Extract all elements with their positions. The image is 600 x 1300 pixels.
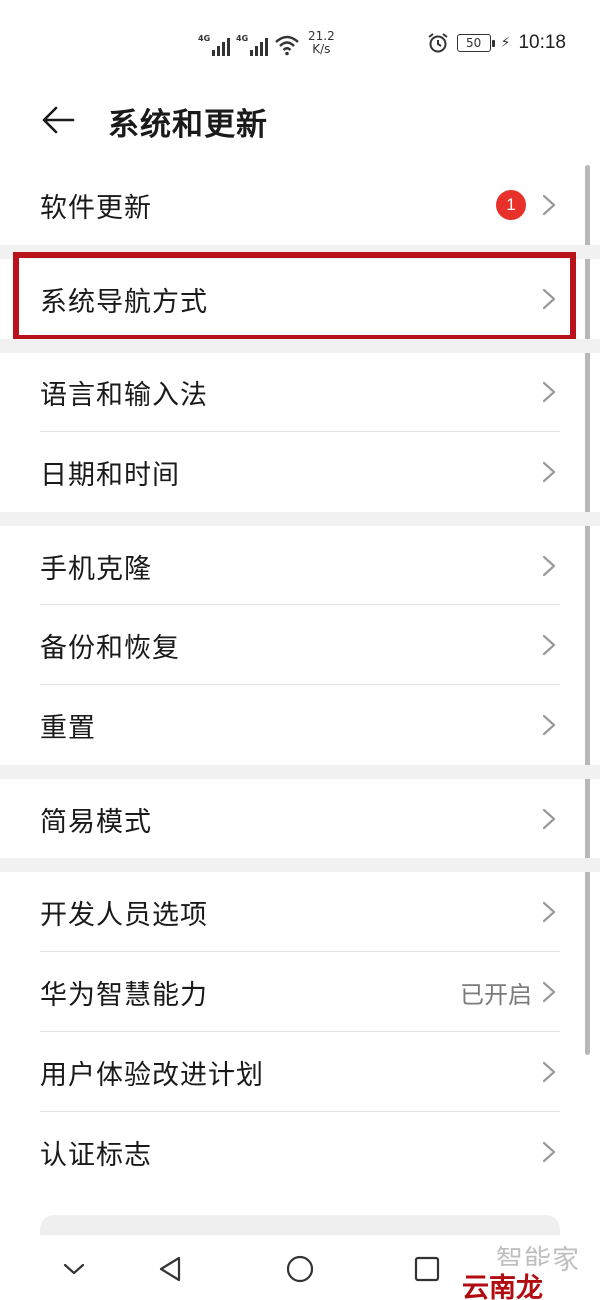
back-triangle-icon — [159, 1256, 181, 1282]
menu-item-label: 手机克隆 — [40, 553, 152, 585]
chevron-right-icon — [542, 461, 556, 483]
watermark-bottom-text: 云南龙网 — [460, 1266, 562, 1300]
recents-square-icon — [414, 1256, 440, 1282]
chevron-right-icon — [542, 1141, 556, 1163]
charging-icon: ⚡ — [500, 35, 511, 51]
menu-item-label: 日期和时间 — [40, 459, 180, 491]
developer-options-item[interactable]: 开发人员选项 — [0, 872, 600, 952]
certification-item[interactable]: 认证标志 — [0, 1112, 600, 1192]
section-divider — [0, 339, 600, 353]
signal-type-label: 4G — [236, 34, 249, 43]
backup-restore-item[interactable]: 备份和恢复 — [0, 605, 600, 685]
chevron-right-icon — [542, 981, 556, 1003]
menu-item-label: 用户体验改进计划 — [40, 1059, 264, 1091]
section-divider — [0, 765, 600, 779]
section-divider — [0, 858, 600, 872]
menu-item-label: 软件更新 — [40, 192, 152, 224]
chevron-right-icon — [542, 901, 556, 923]
back-button[interactable] — [36, 98, 80, 142]
section-divider — [0, 512, 600, 526]
chevron-right-icon — [542, 555, 556, 577]
speed-unit: K/s — [312, 42, 331, 56]
date-time-item[interactable]: 日期和时间 — [0, 432, 600, 512]
chevron-right-icon — [542, 381, 556, 403]
simple-mode-item[interactable]: 简易模式 — [0, 779, 600, 859]
menu-item-label: 重置 — [40, 712, 96, 744]
network-indicators: 4G 4G 21.2 K/s — [198, 30, 335, 56]
battery-icon: 50 — [456, 34, 495, 52]
chevron-right-icon — [542, 808, 556, 830]
menu-item-label: 简易模式 — [40, 806, 152, 838]
clock: 10:18 — [518, 32, 566, 53]
app-bar: 系统和更新 — [0, 88, 600, 152]
menu-item-label: 认证标志 — [40, 1139, 152, 1171]
watermark: 智能家 云南龙网 — [460, 1238, 580, 1300]
wifi-icon — [275, 35, 299, 56]
status-right: 50 ⚡ 10:18 — [427, 32, 566, 54]
language-input-item[interactable]: 语言和输入法 — [0, 352, 600, 432]
home-circle-icon — [286, 1255, 314, 1283]
phone-clone-item[interactable]: 手机克隆 — [0, 526, 600, 606]
chevron-right-icon — [542, 1061, 556, 1083]
chevron-right-icon — [542, 194, 556, 216]
chevron-right-icon — [542, 634, 556, 656]
chevron-right-icon — [542, 714, 556, 736]
nav-recents-button[interactable] — [409, 1251, 445, 1287]
alarm-icon — [428, 33, 448, 53]
hide-nav-button[interactable] — [56, 1251, 92, 1287]
update-count-badge: 1 — [496, 190, 526, 220]
nav-back-button[interactable] — [152, 1251, 188, 1287]
menu-item-label: 开发人员选项 — [40, 899, 208, 931]
highlight-box — [13, 252, 576, 341]
status-bar: 4G 4G 21.2 K/s 50 ⚡ 10:18 — [0, 0, 600, 88]
page-title: 系统和更新 — [108, 107, 268, 143]
battery-level: 50 — [465, 36, 482, 50]
menu-item-label: 华为智慧能力 — [40, 979, 208, 1011]
status-value: 已开启 — [460, 980, 532, 1009]
network-speed: 21.2 K/s — [308, 30, 335, 56]
signal-icon: 4G — [236, 34, 268, 56]
user-experience-item[interactable]: 用户体验改进计划 — [0, 1032, 600, 1112]
signal-icon: 4G — [198, 34, 230, 56]
chevron-down-icon — [63, 1263, 85, 1275]
menu-item-label: 备份和恢复 — [40, 632, 180, 664]
menu-item-label: 语言和输入法 — [40, 379, 208, 411]
reset-item[interactable]: 重置 — [0, 685, 600, 765]
nav-home-button[interactable] — [282, 1251, 318, 1287]
huawei-intelligence-item[interactable]: 华为智慧能力 已开启 — [0, 952, 600, 1032]
software-update-item[interactable]: 软件更新 1 — [0, 165, 600, 245]
signal-type-label: 4G — [198, 34, 211, 43]
arrow-left-icon — [42, 106, 75, 134]
